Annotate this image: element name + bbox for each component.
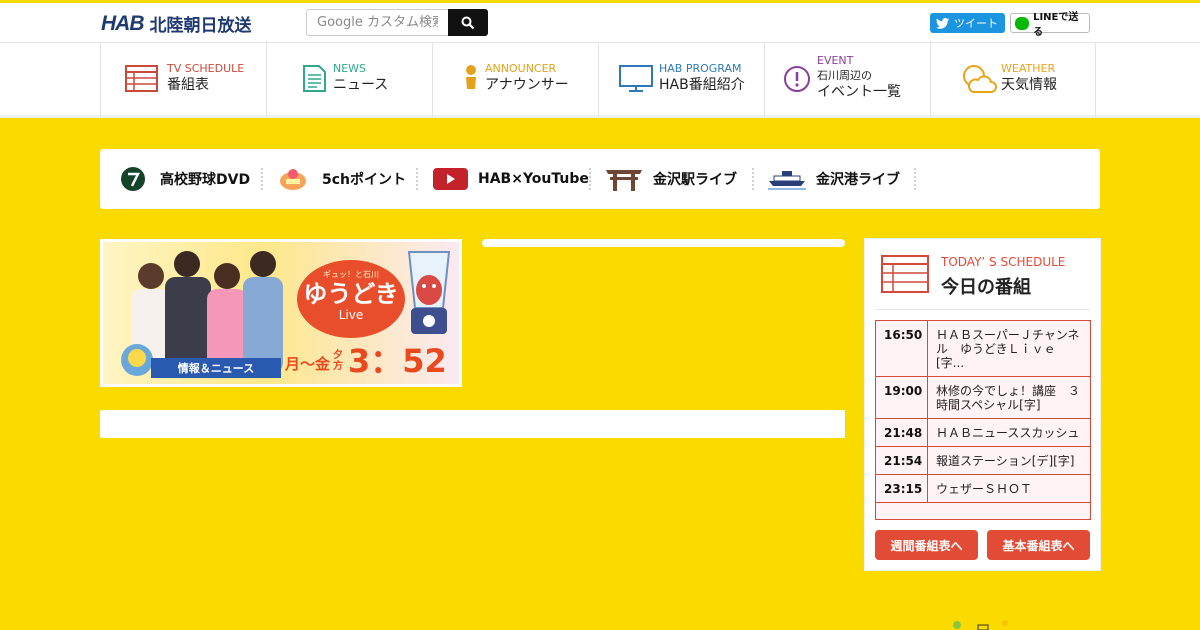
torii-gate-icon (606, 170, 642, 191)
line-label: LINEで送る (1033, 12, 1079, 38)
site-logo[interactable]: HAB 北陸朝日放送 (101, 11, 252, 37)
quick-link-label: HAB×YouTube (478, 171, 589, 187)
5ch-mascot-icon (280, 169, 306, 190)
search-box (306, 9, 488, 36)
info-label: 情報＆ニュース (177, 362, 255, 375)
row-time: 21:48 (876, 419, 928, 446)
schedule-title: 今日の番組 (941, 277, 1031, 298)
quick-links-bar: 高校野球DVD 5chポイント HAB×YouTube 金沢駅ライブ 金沢港ライ… (100, 149, 1100, 209)
quick-link-youtube[interactable]: HAB×YouTube (433, 149, 589, 209)
quick-link-5ch-point[interactable]: 5chポイント (278, 149, 406, 209)
schedule-row[interactable]: 23:15 ウェザーＳＨＯＴ (876, 475, 1090, 503)
row-title: ＨＡＢスーパーＪチャンネル ゆうどきＬｉｖｅ[字... (936, 328, 1080, 370)
quick-link-kanazawa-station[interactable]: 金沢駅ライブ (605, 149, 737, 209)
schedule-grid-icon (125, 65, 158, 92)
divider (589, 168, 591, 190)
alert-circle-icon (784, 66, 810, 92)
ship-icon (768, 171, 806, 190)
show-sub: Live (338, 308, 364, 322)
row-title: ウェザーＳＨＯＴ (936, 482, 1033, 496)
divider (416, 168, 418, 190)
quick-link-label: 高校野球DVD (160, 172, 251, 188)
show-title: ゆうどき (303, 280, 399, 308)
nav-ja-label: 天気情報 (1001, 77, 1057, 93)
schedule-grid-icon (881, 255, 929, 293)
nav-item-event[interactable]: EVENT 石川周辺の イベント一覧 (764, 43, 930, 117)
nav-item-hab-program[interactable]: HAB PROGRAM HAB番組紹介 (598, 43, 764, 117)
airtime-days: 月〜金 (285, 355, 331, 373)
row-title: 報道ステーション[デ][字] (936, 454, 1075, 468)
content-placeholder-panel (100, 410, 845, 438)
nav-ja-label: 石川周辺の (817, 69, 872, 82)
row-time: 16:50 (876, 321, 928, 376)
baseball-logo-icon (121, 167, 145, 191)
twitter-bird-icon (936, 17, 949, 29)
search-button[interactable] (448, 9, 488, 36)
logo-name: 北陸朝日放送 (149, 16, 252, 36)
schedule-row[interactable]: 21:48 ＨＡＢニューススカッシュ (876, 419, 1090, 447)
quick-link-koshien-dvd[interactable]: 高校野球DVD (120, 149, 250, 209)
weekly-schedule-button[interactable]: 週間番組表へ (875, 530, 978, 560)
divider (914, 168, 916, 190)
nav-ja-label: ニュース (333, 77, 389, 93)
schedule-list[interactable]: 16:50 ＨＡＢスーパーＪチャンネル ゆうどきＬｉｖｅ[字... 19:00 林修… (875, 320, 1091, 520)
youtube-icon (433, 168, 468, 190)
divider (752, 168, 754, 190)
nav-ja-label: イベント一覧 (817, 84, 901, 100)
person-icon (466, 65, 476, 89)
tweet-label: ツイート (954, 17, 998, 30)
nav-en-label: WEATHER (1001, 62, 1056, 75)
nav-ja-label: HAB番組紹介 (659, 77, 745, 93)
page-top-mascot-icon[interactable] (952, 619, 1012, 630)
divider (875, 309, 1090, 310)
todays-schedule-panel: TODAY’ S SCHEDULE 今日の番組 16:50 ＨＡＢスーパーＪチャン… (864, 238, 1101, 571)
search-icon (461, 16, 475, 29)
line-share-button[interactable]: LINEで送る (1010, 12, 1090, 38)
tweet-button[interactable]: ツイート (930, 13, 1005, 33)
blender-mascot-icon (407, 251, 451, 334)
row-time: 21:54 (876, 447, 928, 474)
quick-link-label: 金沢駅ライブ (653, 172, 737, 188)
nav-ja-label: アナウンサー (485, 77, 569, 93)
schedule-row[interactable]: 19:00 林修の今でしょ！講座 ３時間スペシャル[字] (876, 377, 1090, 419)
line-icon (1015, 16, 1030, 30)
schedule-row[interactable]: 21:54 報道ステーション[デ][字] (876, 447, 1090, 475)
weather-sun-cloud-icon (963, 65, 997, 93)
quick-link-label: 金沢港ライブ (816, 172, 900, 188)
search-input[interactable] (306, 9, 448, 36)
quick-link-label: 5chポイント (322, 172, 407, 188)
nav-en-label: EVENT (817, 54, 854, 67)
nav-en-label: ANNOUNCER (485, 62, 557, 75)
info-strip: 情報＆ニュース (151, 358, 281, 378)
tv-monitor-icon (619, 65, 653, 92)
nav-en-label: HAB PROGRAM (659, 62, 742, 75)
content-placeholder-bar (482, 239, 845, 247)
airtime: 月〜金 夕方 3：52 (285, 344, 447, 378)
nav-en-label: NEWS (333, 62, 367, 75)
nav-ja-label: 番組表 (167, 77, 209, 93)
nav-item-tv-schedule[interactable]: TV SCHEDULE 番組表 (100, 43, 266, 117)
quick-link-kanazawa-port[interactable]: 金沢港ライブ (768, 149, 900, 209)
nav-item-announcer[interactable]: ANNOUNCER アナウンサー (432, 43, 598, 117)
divider (261, 168, 263, 190)
nav-item-weather[interactable]: WEATHER 天気情報 (930, 43, 1096, 117)
logo-mark: HAB (101, 11, 144, 35)
nav-en-label: TV SCHEDULE (167, 62, 245, 75)
show-tag: ギュッ！と石川 (323, 270, 379, 279)
row-title: ＨＡＢニューススカッシュ (936, 426, 1080, 440)
schedule-row[interactable]: 16:50 ＨＡＢスーパーＪチャンネル ゆうどきＬｉｖｅ[字... (876, 321, 1090, 377)
news-document-icon (303, 65, 326, 92)
nav-item-news[interactable]: NEWS ニュース (266, 43, 432, 117)
airtime-label: 夕方 (333, 350, 344, 372)
airtime-time: 3：52 (348, 342, 447, 380)
top-bar: HAB 北陸朝日放送 ツイート LINEで送る (0, 0, 1200, 42)
main-nav: TV SCHEDULE 番組表 NEWS ニュース ANNOUNCER アナウン… (0, 42, 1200, 118)
basic-schedule-button[interactable]: 基本番組表へ (987, 530, 1090, 560)
show-logo: ギュッ！と石川 ゆうどき Live (297, 260, 405, 338)
row-time: 23:15 (876, 475, 928, 502)
row-time: 19:00 (876, 377, 928, 418)
row-title: 林修の今でしょ！講座 ３時間スペシャル[字] (936, 384, 1081, 412)
schedule-en-title: TODAY’ S SCHEDULE (941, 255, 1066, 269)
yuudoki-live-banner[interactable]: ギュッ！と石川 ゆうどき Live 情報＆ニュース 月〜金 夕方 3：52 (100, 239, 462, 387)
